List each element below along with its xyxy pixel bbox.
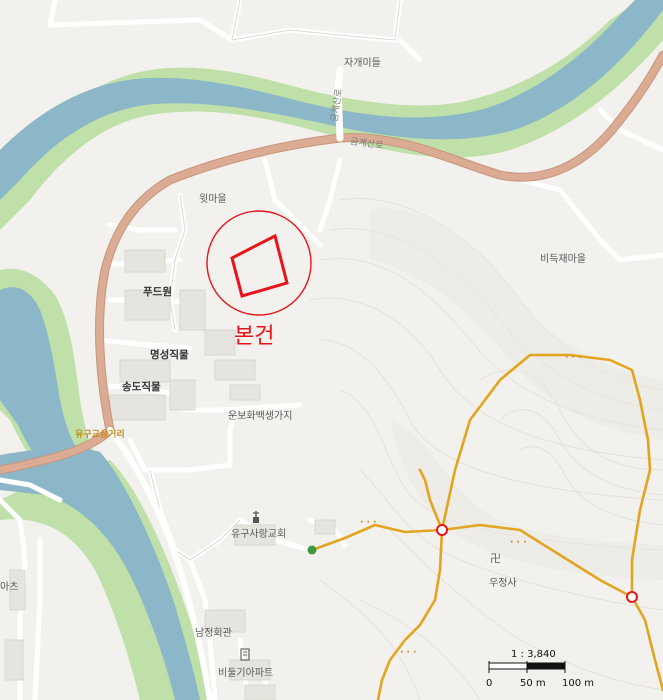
trail-junction-node[interactable] [436,524,448,536]
place-label-left-edge: 아츠 [0,581,18,593]
scale-tick-50: 50 m [520,678,546,689]
subject-label: 본건 [234,324,274,349]
place-label-biteukjaemaeul: 비득재마을 [540,253,586,265]
scale-tick-0: 0 [486,678,492,689]
place-label-jagaemideul: 자개미들 [344,57,381,69]
scale-ratio: 1 : 3,840 [511,649,556,660]
place-label-temple: 우정사 [489,577,517,589]
place-label-witmaeul: 윗마을 [199,193,227,205]
place-label-myeongseong: 명성직물 [150,348,189,361]
trailhead-icon[interactable] [307,545,317,555]
svg-text:· · ·: · · · [400,648,417,658]
place-label-unbohwa: 운보화백생가지 [228,410,292,422]
place-label-church: 유구사랑교회 [231,528,286,540]
trail-junction-node[interactable] [626,591,638,603]
svg-text:· · ·: · · · [510,538,527,548]
svg-text:· · ·: · · · [360,518,377,528]
place-label-songdo: 송도직물 [122,380,161,393]
temple-icon: 卍 [490,552,501,565]
place-label-pudeuwon: 푸드원 [143,285,172,298]
church-icon [253,511,259,523]
svg-text:· · ·: · · · [565,353,582,363]
place-label-hall: 남정회관 [195,627,232,639]
place-label-apt: 비둘기아파트 [218,667,273,679]
scale-tick-100: 100 m [562,678,594,689]
map-canvas[interactable]: · · · · · · · · · · · · 본건 자개미들 윗마을 비득재마… [0,0,663,700]
road-label-junction: 유구교삼거리 [75,428,125,440]
